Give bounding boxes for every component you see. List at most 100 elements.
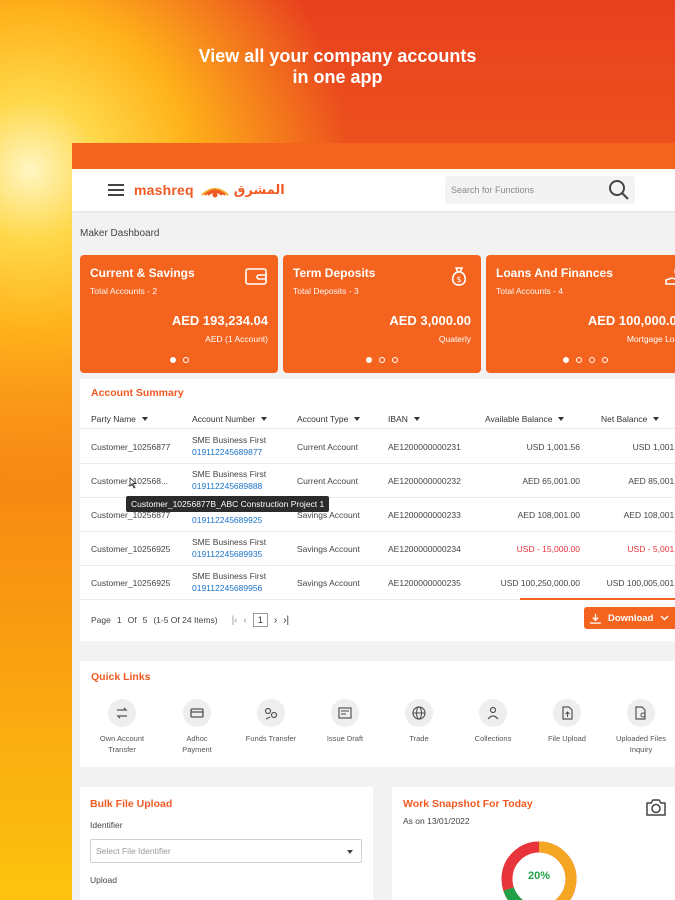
- carousel-dot[interactable]: [379, 357, 385, 363]
- card-current-savings[interactable]: Current & Savings Total Accounts - 2 AED…: [80, 255, 278, 373]
- column-header-net-balance[interactable]: Net Balance: [601, 414, 660, 424]
- card-loans-finances[interactable]: Loans And Finances Total Accounts - 4 AE…: [486, 255, 675, 373]
- first-page-icon[interactable]: |‹: [232, 615, 238, 626]
- quick-link-label: Issue Draft: [326, 734, 364, 743]
- column-header-account-type[interactable]: Account Type: [297, 414, 361, 424]
- chevron-down-icon: [660, 615, 669, 621]
- dropdown-caret-icon: [347, 850, 353, 854]
- sort-caret-icon: [558, 417, 565, 421]
- carousel-dot[interactable]: [588, 357, 595, 363]
- column-label: IBAN: [388, 414, 408, 424]
- column-header-available-balance[interactable]: Available Balance: [485, 414, 565, 424]
- pager-page: 1: [116, 615, 122, 625]
- next-page-icon[interactable]: ›: [274, 615, 277, 626]
- quick-link-own-account-transfer[interactable]: Own Account Transfer: [85, 699, 159, 755]
- account-number-cell: SME Business First 019112245689888: [192, 468, 266, 492]
- quick-link-collections[interactable]: Collections: [456, 699, 530, 744]
- carousel-dot[interactable]: [575, 357, 582, 363]
- download-button[interactable]: Download: [584, 607, 675, 629]
- draft-icon: [331, 699, 359, 727]
- table-row[interactable]: Customer_10256925 SME Business First 0191…: [80, 532, 675, 566]
- hamburger-menu-icon[interactable]: [108, 184, 124, 196]
- carousel-dot[interactable]: [182, 357, 189, 363]
- table-row[interactable]: Customer_10256925 SME Business First 0191…: [80, 566, 675, 600]
- quick-link-issue-draft[interactable]: Issue Draft: [308, 699, 382, 744]
- funds-transfer-icon: [257, 699, 285, 727]
- carousel-dots[interactable]: [486, 357, 675, 363]
- carousel-dots[interactable]: [283, 357, 481, 363]
- account-number-link[interactable]: 019112245689935: [192, 548, 266, 560]
- quick-link-trade[interactable]: Trade: [382, 699, 456, 744]
- quick-link-label: Own Account: [99, 734, 145, 743]
- file-identifier-select[interactable]: Select File Identifier: [90, 839, 362, 863]
- quick-link-file-upload[interactable]: File Upload: [530, 699, 604, 744]
- download-label: Download: [608, 612, 654, 624]
- net-balance: USD - 5,001.32: [627, 544, 675, 554]
- table-row[interactable]: Customer_102568... SME Business First 019…: [80, 464, 675, 498]
- last-page-icon[interactable]: ›|: [283, 615, 289, 626]
- column-header-party[interactable]: Party Name: [91, 414, 148, 424]
- card-amount: AED 3,000.00: [389, 313, 471, 328]
- section-title: Quick Links: [91, 671, 151, 683]
- download-icon: [590, 613, 601, 624]
- quick-link-label-2: Payment: [182, 745, 212, 754]
- section-title: Bulk File Upload: [90, 798, 173, 810]
- quick-link-funds-transfer[interactable]: Funds Transfer: [234, 699, 308, 744]
- party-name-tooltip: Customer_10256877B_ABC Construction Proj…: [126, 496, 330, 512]
- column-label: Account Type: [297, 414, 349, 424]
- top-bar: mashreq المشرق Search for Functions: [72, 169, 675, 211]
- carousel-dot[interactable]: [601, 357, 608, 363]
- file-inquiry-icon: [627, 699, 655, 727]
- account-number-cell: SME Business First 019112245689956: [192, 570, 266, 594]
- account-number-cell: SME Business First 019112245689877: [192, 434, 266, 458]
- camera-icon[interactable]: [645, 797, 667, 817]
- table-row[interactable]: Customer_10256877 SME Business First0191…: [80, 430, 675, 464]
- account-number-link[interactable]: 019112245689956: [192, 582, 266, 594]
- column-header-account-number[interactable]: Account Number: [192, 414, 268, 424]
- iban: AE1200000000235: [388, 578, 461, 588]
- promo-headline: View all your company accounts in one ap…: [0, 46, 675, 88]
- current-page-box[interactable]: 1: [252, 613, 268, 627]
- account-number-link[interactable]: 019112245689877: [192, 446, 266, 458]
- available-balance: USD 100,250,000.00: [500, 578, 580, 588]
- quick-link-adhoc-payment[interactable]: Adhoc Payment: [160, 699, 234, 755]
- carousel-dot[interactable]: [562, 357, 569, 363]
- work-snapshot-panel: Work Snapshot For Today As on 13/01/2022…: [392, 787, 675, 900]
- quick-link-label: Collections: [474, 734, 512, 743]
- search-icon[interactable]: [607, 178, 631, 202]
- status-bar: [72, 143, 675, 169]
- carousel-dot[interactable]: [366, 357, 372, 363]
- quick-link-uploaded-files-inquiry[interactable]: Uploaded Files Inquiry: [604, 699, 675, 755]
- account-type: Current Account: [297, 442, 358, 452]
- sort-caret-icon: [141, 417, 148, 421]
- account-product: SME Business First: [192, 571, 267, 581]
- account-summary-panel: Account Summary Party Name Account Numbe…: [80, 379, 675, 641]
- account-number-link[interactable]: 019112245689888: [192, 480, 266, 492]
- quick-link-label: Uploaded Files: [615, 734, 667, 743]
- search-input[interactable]: Search for Functions: [445, 176, 635, 204]
- account-product: SME Business First: [192, 469, 267, 479]
- carousel-dots[interactable]: [80, 357, 278, 363]
- account-number-link[interactable]: 019112245689925: [192, 514, 266, 526]
- mashreq-logo-icon: [200, 181, 230, 199]
- pagination: Page 1 Of 5 (1-5 Of 24 Items) |‹ ‹ 1 › ›…: [91, 613, 289, 627]
- quick-link-label: Trade: [409, 734, 429, 743]
- party-name: Customer_10256925: [91, 578, 171, 588]
- card-term-deposits[interactable]: Term Deposits Total Deposits - 3 $ AED 3…: [283, 255, 481, 373]
- money-bag-icon: $: [451, 267, 467, 286]
- sort-caret-icon: [413, 417, 420, 421]
- account-product: SME Business First: [192, 537, 267, 547]
- page-title: Maker Dashboard: [80, 228, 160, 239]
- sort-caret-icon: [261, 417, 268, 421]
- prev-page-icon[interactable]: ‹: [244, 615, 247, 626]
- account-cards: Current & Savings Total Accounts - 2 AED…: [80, 255, 675, 373]
- pager-of: Of: [127, 615, 137, 625]
- brand-name: mashreq: [134, 182, 194, 198]
- account-type: Savings Account: [297, 544, 360, 554]
- pager-total: 5: [142, 615, 148, 625]
- sort-caret-icon: [653, 417, 660, 421]
- carousel-dot[interactable]: [169, 357, 176, 363]
- carousel-dot[interactable]: [392, 357, 398, 363]
- column-header-iban[interactable]: IBAN: [388, 414, 420, 424]
- brand-name-arabic: المشرق: [233, 182, 285, 198]
